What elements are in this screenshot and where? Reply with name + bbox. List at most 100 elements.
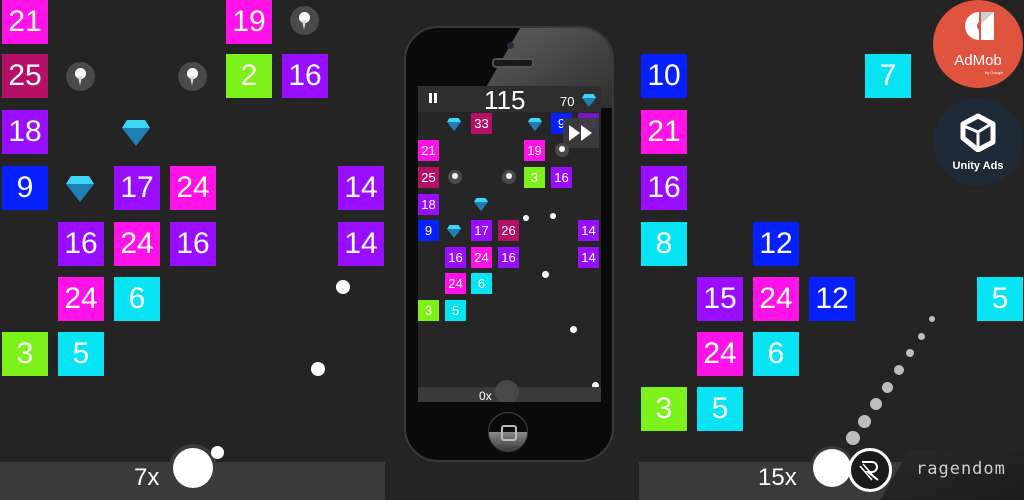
- block: 8: [641, 222, 687, 266]
- block: 24: [471, 247, 492, 268]
- fast-forward-icon: [569, 125, 592, 141]
- block: 17: [114, 166, 160, 210]
- launcher-ball[interactable]: [495, 380, 519, 402]
- phone-camera: [507, 42, 514, 49]
- extra-ball-icon: [448, 170, 462, 184]
- extra-ball-icon: [555, 143, 569, 157]
- block: 3: [418, 300, 439, 321]
- phone-speaker: [492, 58, 534, 68]
- block: 25: [2, 54, 48, 98]
- block: 5: [977, 277, 1023, 321]
- block: 16: [170, 222, 216, 266]
- phone-screen: 115 70 33 9 13 21 19 25 3 16 18 9 17 26 …: [418, 86, 601, 402]
- diamond-icon: [528, 118, 542, 131]
- block: 5: [58, 332, 104, 376]
- launcher-ball[interactable]: [173, 448, 213, 488]
- block: 12: [809, 277, 855, 321]
- block: 16: [445, 247, 466, 268]
- ball: [570, 326, 577, 333]
- block: 16: [551, 167, 572, 188]
- diamond-icon: [66, 176, 94, 202]
- block: 33: [471, 113, 492, 134]
- unity-ads-label: Unity Ads: [952, 160, 1004, 172]
- ball-count: 0x: [479, 389, 492, 402]
- block: 9: [2, 166, 48, 210]
- block: 12: [753, 222, 799, 266]
- block: 24: [753, 277, 799, 321]
- block: 16: [498, 247, 519, 268]
- block: 7: [865, 54, 911, 98]
- extra-ball-icon: [66, 62, 95, 91]
- block: 6: [114, 277, 160, 321]
- block: 16: [641, 166, 687, 210]
- block: 14: [338, 222, 384, 266]
- admob-sublabel: by Google: [985, 70, 1004, 75]
- block: 24: [445, 273, 466, 294]
- ball: [550, 213, 556, 219]
- unity-ads-badge: Unity Ads: [933, 98, 1023, 186]
- block: 16: [58, 222, 104, 266]
- diamond-icon: [447, 118, 461, 131]
- block: 26: [498, 220, 519, 241]
- block: 25: [418, 167, 439, 188]
- ball-count: 7x: [134, 464, 160, 491]
- block: 24: [170, 166, 216, 210]
- block: 10: [641, 54, 687, 98]
- block: 3: [524, 167, 545, 188]
- fast-forward-button[interactable]: [563, 118, 599, 148]
- brand-name: ragendom: [916, 459, 1006, 479]
- block: 24: [697, 332, 743, 376]
- diamond-icon: [582, 94, 596, 107]
- extra-ball-icon: [290, 6, 319, 35]
- admob-label: AdMob: [954, 52, 1002, 69]
- block: 14: [338, 166, 384, 210]
- block: 14: [578, 220, 599, 241]
- ball: [336, 280, 350, 294]
- block: 15: [697, 277, 743, 321]
- pause-icon[interactable]: [429, 93, 432, 103]
- score: 115: [484, 86, 526, 115]
- extra-ball-icon: [502, 170, 516, 184]
- block: 17: [471, 220, 492, 241]
- block: 14: [578, 247, 599, 268]
- aim-dot: [929, 316, 935, 322]
- block: 3: [641, 387, 687, 431]
- aim-dot: [858, 415, 871, 428]
- block: 5: [445, 300, 466, 321]
- extra-ball-icon: [178, 62, 207, 91]
- block: 16: [282, 54, 328, 98]
- block: 9: [418, 220, 439, 241]
- ball: [211, 446, 224, 459]
- gem-count: 70: [560, 94, 575, 109]
- ball-count: 15x: [758, 464, 797, 491]
- launcher-ball[interactable]: [813, 449, 851, 487]
- aim-dot: [918, 333, 925, 340]
- block: 24: [114, 222, 160, 266]
- block: 18: [418, 194, 439, 215]
- pause-icon-bar: [434, 93, 437, 103]
- block: 6: [471, 273, 492, 294]
- admob-badge: AdMob by Google: [933, 0, 1023, 88]
- diamond-icon: [447, 225, 461, 238]
- home-button[interactable]: [488, 412, 528, 452]
- diamond-icon: [474, 198, 488, 211]
- block: 19: [524, 140, 545, 161]
- ragendom-logo-icon: [848, 448, 892, 492]
- block: 5: [697, 387, 743, 431]
- block: 2: [226, 54, 272, 98]
- ball: [311, 362, 325, 376]
- block: 24: [58, 277, 104, 321]
- aim-dot: [894, 365, 904, 375]
- admob-logo-icon: [965, 12, 994, 40]
- r-logo-glyph: [859, 461, 879, 481]
- block: 19: [226, 0, 272, 44]
- block: 3: [2, 332, 48, 376]
- diamond-icon: [122, 120, 150, 146]
- aim-dot: [882, 382, 893, 393]
- block: 21: [2, 0, 48, 44]
- aim-dot: [906, 349, 914, 357]
- aim-dot: [870, 398, 882, 410]
- block: 21: [418, 140, 439, 161]
- block: 18: [2, 110, 48, 154]
- home-square-icon: [501, 425, 517, 441]
